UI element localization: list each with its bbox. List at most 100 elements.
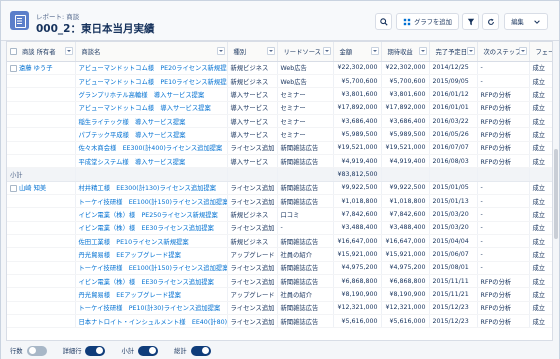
table-cell: ライセンス追加	[227, 274, 278, 289]
edit-label: 編集	[511, 19, 524, 26]
table-cell: 2015/03/20	[429, 221, 478, 235]
opportunity-name-link[interactable]: グランプリホテル高輪様 導入サービス提案	[75, 87, 228, 102]
column-header-label: フェー	[535, 48, 553, 56]
column-header[interactable]: 商談 所有者	[7, 42, 76, 62]
report-kicker: レポート: 商談	[36, 13, 80, 21]
opportunity-name-link[interactable]: パブテック平成様 導入サービス提案	[75, 127, 228, 142]
search-button[interactable]	[375, 13, 392, 30]
table-cell: ¥8,190,900	[333, 287, 382, 302]
owner-cell[interactable]: 山崎 知美	[7, 181, 76, 195]
refresh-button[interactable]	[482, 13, 499, 30]
subtotal-empty-cell	[429, 167, 478, 182]
table-cell: 成立	[529, 247, 552, 262]
owner-cell	[7, 101, 76, 115]
toggle-switch[interactable]	[85, 345, 106, 356]
column-menu-icon[interactable]	[64, 47, 73, 55]
column-header-label: 完了予定日	[435, 48, 467, 56]
footer-toggle-group: 総計	[174, 345, 211, 356]
column-menu-icon[interactable]	[322, 47, 331, 55]
opportunity-name-link[interactable]: 丹光貿易様 EEアップグレード提案	[75, 287, 228, 302]
table-cell: ¥3,801,600	[333, 87, 382, 102]
table-cell: ¥16,647,000	[333, 234, 382, 249]
column-menu-icon[interactable]	[216, 47, 225, 55]
toggle-switch[interactable]	[138, 345, 159, 356]
opportunity-name-link[interactable]: イビン電業（株）様 PE250ライセンス新規提案	[75, 207, 228, 222]
opportunity-name-link[interactable]: アビューマンドットコム様 PE20ライセンス新規提案	[75, 61, 228, 75]
table-cell: 成立	[529, 314, 552, 329]
table-cell: 新聞雑誌広告	[277, 261, 334, 276]
scrollbar-thumb[interactable]	[554, 149, 558, 239]
owner-cell[interactable]: 遠藤 ゆう子	[7, 61, 76, 75]
column-header[interactable]: フェー	[529, 42, 553, 62]
report-table-container: 商談 所有者 商談名 種別 リードソース 金額 期待収益 完了予定日 次のステップ フェー 遠藤…	[6, 41, 553, 341]
table-row: グランプリホテル高輪様 導入サービス提案 導入サービス セミナー ¥3,801,600…	[7, 87, 552, 102]
column-menu-icon[interactable]	[370, 47, 379, 55]
table-cell: -	[277, 221, 334, 235]
owner-name-link[interactable]: 山崎 知美	[19, 185, 46, 192]
table-cell: ¥22,302,000	[333, 61, 382, 75]
opportunity-name-link[interactable]: イビン電業（株）様 EE30ライセンス追加提案	[75, 274, 228, 289]
filter-icon	[467, 18, 474, 25]
opportunity-name-link[interactable]: 村井精工様 EE300(計130)ライセンス追加提案	[75, 181, 228, 195]
opportunity-name-link[interactable]: イビン電業（株）様 EE30ライセンス追加提案	[75, 221, 228, 235]
column-header[interactable]: 次のステップ	[477, 42, 530, 62]
opportunity-name-link[interactable]: トーケイ技研様 PE10(計30)ライセンス追加提案	[75, 301, 228, 316]
column-header[interactable]: 金額	[333, 42, 382, 62]
column-menu-icon[interactable]	[518, 47, 527, 55]
table-cell: -	[477, 207, 530, 222]
table-cell: 成立	[529, 87, 552, 102]
column-header[interactable]: 商談名	[75, 42, 228, 62]
column-header[interactable]: リードソース	[277, 42, 334, 62]
row-checkbox[interactable]	[10, 184, 17, 192]
table-cell: RFPの分析	[477, 154, 530, 169]
owner-name-link[interactable]: 遠藤 ゆう子	[19, 65, 53, 72]
toggle-switch[interactable]	[26, 345, 47, 356]
toggle-switch[interactable]	[190, 345, 211, 356]
column-header[interactable]: 種別	[227, 42, 278, 62]
owner-cell	[7, 234, 76, 249]
column-menu-icon[interactable]	[418, 47, 427, 55]
select-all-checkbox[interactable]	[10, 48, 17, 56]
table-cell: ¥3,488,400	[333, 221, 382, 235]
opportunity-name-link[interactable]: トーケイ技研様 EE100(計150)ライセンス追加提案	[75, 261, 228, 276]
table-cell: ¥5,616,000	[381, 314, 430, 329]
table-cell: 2015/06/07	[429, 247, 478, 262]
table-cell: 新聞雑誌広告	[277, 314, 334, 329]
column-header[interactable]: 期待収益	[381, 42, 430, 62]
opportunity-name-link[interactable]: 稲生ライテック様 導入サービス提案	[75, 114, 228, 129]
filter-button[interactable]	[462, 13, 479, 30]
table-cell: 成立	[529, 101, 552, 115]
table-cell: ライセンス追加	[227, 141, 278, 155]
table-cell: RFPの分析	[477, 274, 530, 289]
add-chart-button[interactable]: グラフを追加	[396, 13, 459, 30]
opportunity-name-link[interactable]: 佐田工業様 PE10ライセンス新規提案	[75, 234, 228, 249]
table-cell: 新聞雑誌広告	[277, 194, 334, 209]
table-cell: 社員の紹介	[277, 247, 334, 262]
opportunity-name-link[interactable]: 日本ナトロイト・インシュルメント様 EE40(計80)ライセンス追加提案	[75, 314, 228, 329]
table-cell: ¥7,842,600	[381, 207, 430, 222]
table-row: 遠藤 ゆう子 アビューマンドットコム様 PE20ライセンス新規提案 新規ビジネス We…	[7, 61, 552, 75]
subtotal-empty-cell	[227, 167, 278, 182]
column-header[interactable]: 完了予定日	[429, 42, 478, 62]
table-cell: ライセンス追加	[227, 181, 278, 195]
table-cell: 導入サービス	[227, 87, 278, 102]
table-cell: ライセンス追加	[227, 261, 278, 276]
footer-toggle-group: 行数	[10, 345, 47, 356]
opportunity-name-link[interactable]: アビューマンドットコム様 PE10ライセンス新規提案	[75, 74, 228, 89]
toggle-label: 小計	[121, 348, 135, 355]
opportunity-name-link[interactable]: 丹光貿易様 EEアップグレード提案	[75, 247, 228, 262]
opportunity-name-link[interactable]: トーケイ技研様 EE100(計150)ライセンス追加提案	[75, 194, 228, 209]
table-cell: 2015/11/21	[429, 287, 478, 302]
subtotal-row: 小計 ¥83,812,500	[7, 167, 552, 182]
opportunity-name-link[interactable]: アビューマンドットコム様 導入サービス提案	[75, 101, 228, 115]
opportunity-name-link[interactable]: 佐々木商会様 EE300(計400)ライセンス追加提案	[75, 141, 228, 155]
table-cell: 2015/04/04	[429, 234, 478, 249]
column-menu-icon[interactable]	[466, 47, 475, 55]
column-menu-icon[interactable]	[266, 47, 275, 55]
edit-button[interactable]: 編集	[504, 13, 548, 30]
report-table: 商談 所有者 商談名 種別 リードソース 金額 期待収益 完了予定日 次のステップ フェー 遠藤…	[7, 42, 553, 329]
subtotal-amount: ¥83,812,500	[333, 167, 382, 182]
chevron-down-icon[interactable]	[533, 18, 541, 26]
row-checkbox[interactable]	[10, 64, 17, 72]
opportunity-name-link[interactable]: 平成堂システム様 導入サービス提案	[75, 154, 228, 169]
